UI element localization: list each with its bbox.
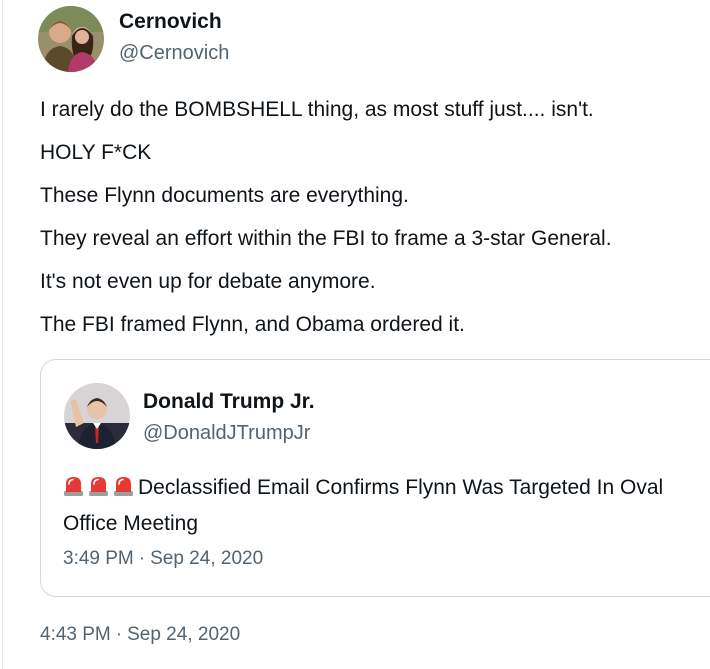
quoted-time: 3:49 PM bbox=[63, 548, 134, 569]
quoted-tweet-card[interactable]: Donald Trump Jr. @DonaldJTrumpJr Declass… bbox=[40, 359, 710, 597]
quoted-tweet-timestamp[interactable]: 3:49 PM · Sep 24, 2020 bbox=[63, 548, 263, 570]
tweet: Cernovich @Cernovich I rarely do the BOM… bbox=[0, 0, 710, 669]
separator-dot: · bbox=[138, 548, 146, 569]
tweet-line: They reveal an effort within the FBI to … bbox=[40, 227, 612, 250]
author-avatar[interactable] bbox=[38, 6, 104, 72]
quoted-author-avatar[interactable] bbox=[64, 383, 130, 449]
tweet-line: HOLY F*CK bbox=[40, 141, 152, 164]
avatar-photo bbox=[64, 383, 130, 449]
tweet-time: 4:43 PM bbox=[40, 624, 111, 645]
police-car-light-icon bbox=[88, 475, 109, 497]
quoted-tweet-body: Declassified Email Confirms Flynn Was Ta… bbox=[63, 476, 664, 535]
police-car-light-icon bbox=[113, 475, 134, 497]
quoted-tweet-text: Declassified Email Confirms Flynn Was Ta… bbox=[63, 470, 703, 542]
quoted-author-handle[interactable]: @DonaldJTrumpJr bbox=[143, 422, 310, 445]
quoted-date: Sep 24, 2020 bbox=[150, 548, 264, 569]
author-name[interactable]: Cernovich bbox=[119, 10, 222, 34]
police-car-light-icon bbox=[63, 475, 84, 497]
tweet-date: Sep 24, 2020 bbox=[127, 624, 241, 645]
quoted-author-name[interactable]: Donald Trump Jr. bbox=[143, 390, 315, 414]
tweet-line: I rarely do the BOMBSHELL thing, as most… bbox=[40, 98, 594, 121]
tweet-timestamp[interactable]: 4:43 PM · Sep 24, 2020 bbox=[40, 624, 240, 646]
tweet-line: It's not even up for debate anymore. bbox=[40, 270, 376, 293]
tweet-text: I rarely do the BOMBSHELL thing, as most… bbox=[40, 96, 708, 354]
tweet-line: These Flynn documents are everything. bbox=[40, 184, 409, 207]
separator-dot: · bbox=[115, 624, 123, 645]
author-handle[interactable]: @Cernovich bbox=[119, 42, 229, 65]
avatar-photo bbox=[38, 6, 104, 72]
tweet-line: The FBI framed Flynn, and Obama ordered … bbox=[40, 313, 465, 336]
